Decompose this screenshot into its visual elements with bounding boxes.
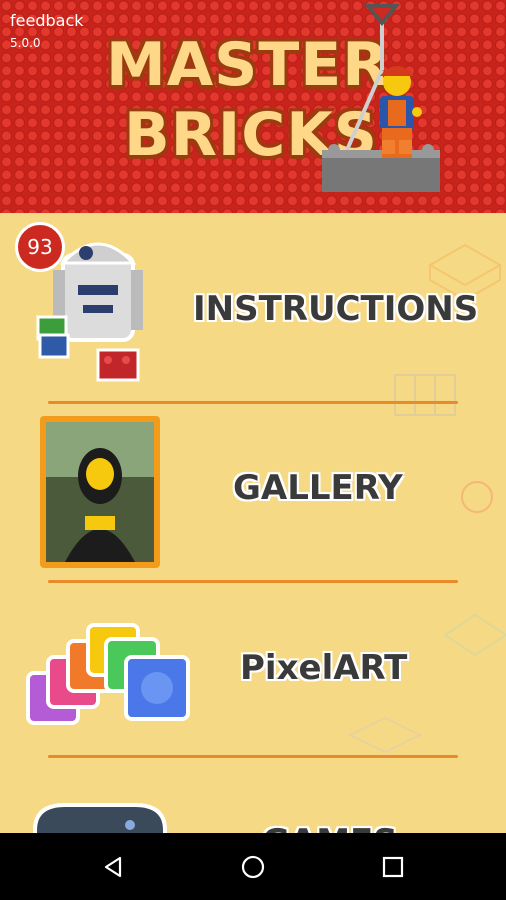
gamepad-icon: [33, 803, 167, 833]
notification-badge: 93: [15, 222, 65, 272]
menu-item-label: GALLERY: [233, 468, 403, 508]
feedback-link[interactable]: feedback: [10, 11, 84, 30]
version-label: 5.0.0: [10, 36, 41, 50]
recents-button[interactable]: [353, 833, 433, 900]
crane-worker-icon: [322, 4, 440, 192]
menu-item-pixelart[interactable]: PixelART: [0, 583, 506, 759]
menu-item-label: GAMES: [262, 822, 398, 833]
mona-lisa-icon: [40, 416, 160, 568]
menu-item-instructions[interactable]: INSTRUCTIONS: [0, 213, 506, 403]
menu-item-label: INSTRUCTIONS: [193, 289, 479, 329]
color-bricks-icon: [26, 623, 190, 725]
menu-item-label: PixelART: [240, 648, 408, 688]
back-icon: [104, 856, 122, 877]
recents-icon: [382, 856, 404, 877]
menu-item-games[interactable]: GAMES: [0, 760, 506, 833]
home-button[interactable]: [213, 833, 293, 900]
back-button[interactable]: [73, 833, 153, 900]
system-nav-bar: [0, 833, 506, 900]
menu-item-gallery[interactable]: GALLERY: [0, 404, 506, 582]
app-header: feedback 5.0.0 MASTER BRICKS: [0, 0, 506, 213]
home-icon: [241, 855, 265, 878]
menu-divider: [48, 755, 458, 758]
